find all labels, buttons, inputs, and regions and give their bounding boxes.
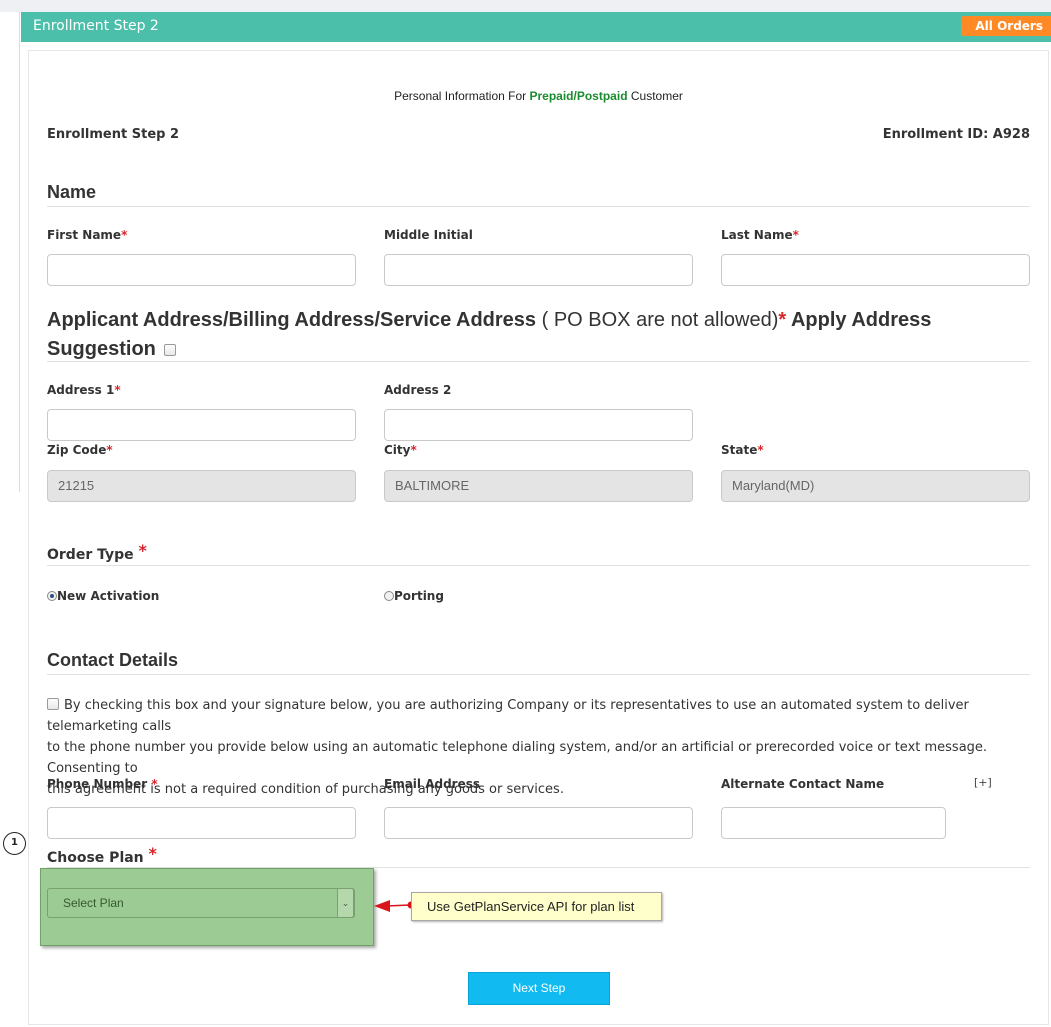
address2-label: Address 2 (384, 383, 452, 397)
email-input[interactable] (384, 807, 693, 839)
porting-option[interactable]: Porting (384, 589, 444, 603)
left-divider (19, 12, 20, 492)
plan-select[interactable]: Select Plan ⌄ (47, 888, 355, 918)
intro-suffix: Customer (627, 89, 683, 103)
first-name-input[interactable] (47, 254, 356, 286)
consent-text: By checking this box and your signature … (47, 698, 988, 797)
order-type-heading: Order Type * (47, 541, 147, 563)
email-label: Email Address (384, 777, 481, 791)
last-name-input[interactable] (721, 254, 1030, 286)
intro-highlight: Prepaid/Postpaid (529, 89, 628, 103)
address1-input[interactable] (47, 409, 356, 441)
address2-input[interactable] (384, 409, 693, 441)
add-contact-button[interactable]: [+] (974, 776, 992, 789)
name-divider (47, 206, 1030, 207)
alt-contact-label: Alternate Contact Name (721, 777, 885, 791)
middle-initial-label: Middle Initial (384, 228, 473, 242)
contact-heading: Contact Details (47, 650, 179, 670)
choose-plan-heading: Choose Plan * (47, 844, 157, 866)
new-activation-radio[interactable] (47, 591, 57, 601)
state-label: State* (721, 443, 764, 457)
last-name-label: Last Name* (721, 228, 799, 242)
phone-label: Phone Number * (47, 777, 158, 791)
name-heading: Name (47, 182, 97, 202)
address-heading: Applicant Address/Billing Address/Servic… (47, 309, 932, 360)
city-field[interactable]: BALTIMORE (384, 470, 693, 502)
contact-divider (47, 674, 1030, 675)
zip-field[interactable]: 21215 (47, 470, 356, 502)
consent-checkbox[interactable] (47, 698, 59, 710)
alt-contact-input[interactable] (721, 807, 946, 839)
zip-label: Zip Code* (47, 443, 113, 457)
intro-prefix: Personal Information For (394, 89, 530, 103)
address-divider (47, 361, 1030, 362)
step-marker: 1 (3, 832, 26, 855)
intro-text: Personal Information For Prepaid/Postpai… (0, 89, 1051, 103)
enrollment-id: Enrollment ID: A928 (882, 127, 1030, 142)
step-label: Enrollment Step 2 (47, 127, 180, 142)
phone-input[interactable] (47, 807, 356, 839)
middle-initial-input[interactable] (384, 254, 693, 286)
new-activation-option[interactable]: New Activation (47, 589, 159, 603)
address-suggestion-checkbox[interactable] (164, 343, 177, 356)
first-name-label: First Name* (47, 228, 128, 242)
state-field[interactable]: Maryland(MD) (721, 470, 1030, 502)
chevron-down-icon: ⌄ (337, 888, 354, 918)
all-orders-button[interactable]: All Orders (961, 16, 1051, 36)
next-step-button[interactable]: Next Step (468, 972, 610, 1005)
address1-label: Address 1* (47, 383, 121, 397)
page-header: Enrollment Step 2 All Orders (21, 12, 1051, 42)
porting-radio[interactable] (384, 591, 394, 601)
order-type-divider (47, 565, 1030, 566)
top-strip (0, 0, 1051, 12)
plan-api-callout: Use GetPlanService API for plan list (411, 892, 662, 921)
header-title: Enrollment Step 2 (33, 18, 159, 34)
city-label: City* (384, 443, 417, 457)
